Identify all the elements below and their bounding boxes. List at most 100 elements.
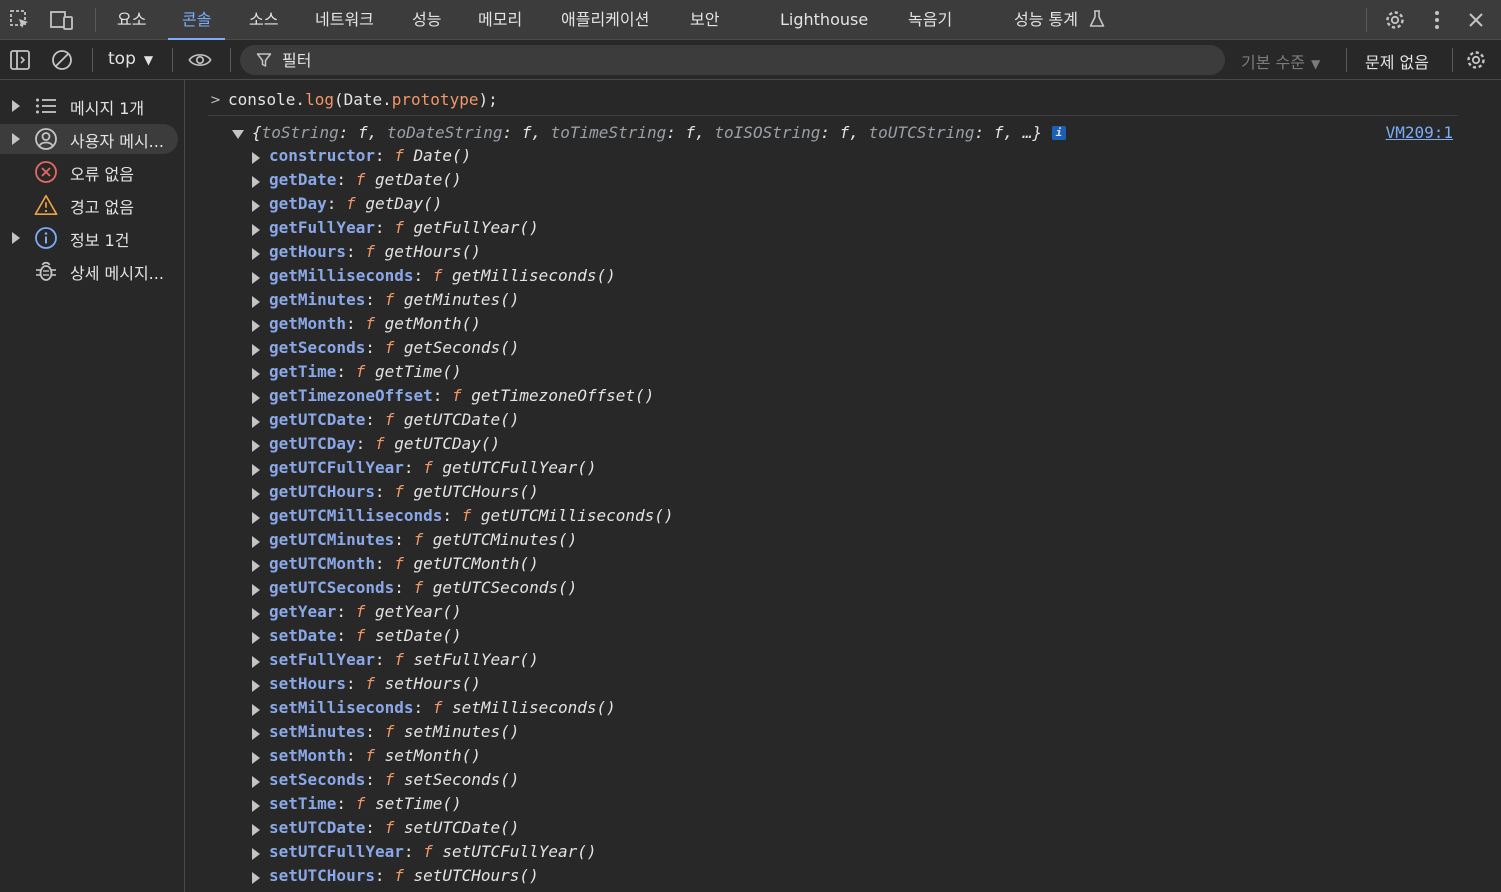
colon: : bbox=[394, 530, 414, 549]
tab-security[interactable]: 보안 bbox=[690, 0, 719, 40]
function-symbol: f bbox=[355, 602, 366, 621]
property-name: setMonth bbox=[269, 746, 347, 765]
property-value-group: : f getMonth() bbox=[346, 314, 481, 333]
issues-counter[interactable]: 문제 없음 bbox=[1365, 49, 1429, 73]
expand-arrow-icon[interactable] bbox=[252, 608, 260, 620]
expand-arrow-icon[interactable] bbox=[12, 133, 20, 145]
colon: : bbox=[403, 842, 424, 861]
more-options-icon[interactable] bbox=[1425, 8, 1449, 32]
divider bbox=[1366, 8, 1367, 32]
function-symbol: f bbox=[451, 386, 462, 405]
tab-application[interactable]: 애플리케이션 bbox=[561, 0, 649, 40]
expand-arrow-icon[interactable] bbox=[252, 848, 260, 860]
function-symbol: f bbox=[461, 506, 472, 525]
colon: : bbox=[374, 554, 395, 573]
expand-arrow-icon[interactable] bbox=[252, 464, 260, 476]
property-value: setUTCFullYear() bbox=[442, 842, 597, 861]
expand-arrow-icon[interactable] bbox=[252, 824, 260, 836]
expand-arrow-icon[interactable] bbox=[252, 392, 260, 404]
tab-performance-insights[interactable]: 성능 통계 bbox=[1014, 0, 1105, 40]
console-output[interactable]: > console.log(Date.prototype); {toString… bbox=[186, 80, 1501, 892]
property-name: setUTCDate bbox=[269, 818, 366, 837]
property-name: getMilliseconds bbox=[269, 266, 414, 285]
expand-arrow-icon[interactable] bbox=[252, 272, 260, 284]
filter-box[interactable] bbox=[240, 45, 1225, 75]
expand-arrow-icon[interactable] bbox=[252, 632, 260, 644]
expand-arrow-icon[interactable] bbox=[252, 200, 260, 212]
property-value: setSeconds() bbox=[403, 770, 520, 789]
expand-arrow-icon[interactable] bbox=[252, 152, 260, 164]
tab-network[interactable]: 네트워크 bbox=[315, 0, 374, 40]
expand-arrow-icon[interactable] bbox=[252, 584, 260, 596]
tab-memory[interactable]: 메모리 bbox=[478, 0, 522, 40]
inspect-element-icon[interactable] bbox=[8, 8, 32, 32]
colon: : bbox=[374, 146, 395, 165]
expand-arrow-icon[interactable] bbox=[252, 752, 260, 764]
clear-console-icon[interactable] bbox=[50, 48, 74, 72]
divider bbox=[1452, 48, 1453, 72]
expand-arrow-icon[interactable] bbox=[252, 224, 260, 236]
error-icon bbox=[34, 160, 58, 184]
sidebar-item-messages[interactable]: 메시지 1개 bbox=[0, 91, 178, 121]
settings-gear-icon[interactable] bbox=[1383, 8, 1407, 32]
property-name: setFullYear bbox=[269, 650, 375, 669]
console-settings-gear-icon[interactable] bbox=[1464, 48, 1488, 72]
show-sidebar-icon[interactable] bbox=[8, 48, 32, 72]
tab-lighthouse[interactable]: Lighthouse bbox=[780, 0, 868, 40]
tab-elements[interactable]: 요소 bbox=[117, 0, 146, 40]
expand-arrow-icon[interactable] bbox=[252, 560, 260, 572]
console-toolbar: top ▼ 기본 수준 ▼ 문제 없음 bbox=[0, 40, 1501, 80]
filter-input[interactable] bbox=[282, 45, 1182, 75]
expand-arrow-icon[interactable] bbox=[252, 800, 260, 812]
divider bbox=[1346, 48, 1347, 72]
expand-arrow-icon[interactable] bbox=[252, 248, 260, 260]
expand-arrow-icon[interactable] bbox=[252, 536, 260, 548]
expand-arrow-icon[interactable] bbox=[252, 488, 260, 500]
object-preview[interactable]: {toString: f, toDateString: f, toTimeStr… bbox=[252, 123, 1066, 142]
expand-arrow-icon[interactable] bbox=[252, 344, 260, 356]
collapse-arrow-icon[interactable] bbox=[232, 130, 244, 139]
device-toolbar-icon[interactable] bbox=[50, 8, 74, 32]
expand-arrow-icon[interactable] bbox=[12, 232, 20, 244]
filter-funnel-icon bbox=[256, 52, 272, 72]
sidebar-item-errors[interactable]: 오류 없음 bbox=[0, 157, 178, 187]
expand-arrow-icon[interactable] bbox=[252, 296, 260, 308]
expand-arrow-icon[interactable] bbox=[252, 368, 260, 380]
tab-console[interactable]: 콘솔 bbox=[167, 0, 227, 40]
property-name: getUTCSeconds bbox=[269, 578, 395, 597]
colon: : bbox=[355, 434, 375, 453]
sidebar-item-user-messages[interactable]: 사용자 메시... bbox=[0, 124, 178, 154]
live-expression-eye-icon[interactable] bbox=[188, 48, 212, 72]
preview-key: toUTCString bbox=[868, 123, 975, 142]
log-levels-dropdown[interactable]: 기본 수준 ▼ bbox=[1241, 49, 1320, 73]
property-value: getFullYear() bbox=[413, 218, 539, 237]
expand-arrow-icon[interactable] bbox=[252, 680, 260, 692]
context-selector[interactable]: top ▼ bbox=[108, 49, 153, 69]
expand-arrow-icon[interactable] bbox=[12, 100, 20, 112]
property-value-group: : f setMinutes() bbox=[365, 722, 519, 741]
tab-performance[interactable]: 성능 bbox=[412, 0, 441, 40]
expand-arrow-icon[interactable] bbox=[252, 704, 260, 716]
tab-recorder[interactable]: 녹음기 bbox=[908, 0, 952, 40]
expand-arrow-icon[interactable] bbox=[252, 512, 260, 524]
close-icon[interactable] bbox=[1464, 8, 1488, 32]
expand-arrow-icon[interactable] bbox=[252, 776, 260, 788]
expand-arrow-icon[interactable] bbox=[252, 176, 260, 188]
sidebar-item-verbose[interactable]: 상세 메시지... bbox=[0, 256, 178, 286]
source-link[interactable]: VM209:1 bbox=[1386, 123, 1453, 142]
expand-arrow-icon[interactable] bbox=[252, 872, 260, 884]
sidebar-item-warnings[interactable]: 경고 없음 bbox=[0, 190, 178, 220]
property-value-group: : f setSeconds() bbox=[365, 770, 519, 789]
property-value-group: : f getUTCSeconds() bbox=[394, 578, 577, 597]
expand-arrow-icon[interactable] bbox=[252, 416, 260, 428]
expand-arrow-icon[interactable] bbox=[252, 728, 260, 740]
brace: { bbox=[252, 123, 262, 142]
expand-arrow-icon[interactable] bbox=[252, 440, 260, 452]
tab-sources[interactable]: 소스 bbox=[249, 0, 278, 40]
sidebar-item-info[interactable]: 정보 1건 bbox=[0, 223, 178, 253]
function-symbol: f bbox=[355, 794, 366, 813]
property-value: setUTCDate() bbox=[403, 818, 520, 837]
expand-arrow-icon[interactable] bbox=[252, 320, 260, 332]
info-badge-icon[interactable]: i bbox=[1051, 126, 1066, 140]
expand-arrow-icon[interactable] bbox=[252, 656, 260, 668]
